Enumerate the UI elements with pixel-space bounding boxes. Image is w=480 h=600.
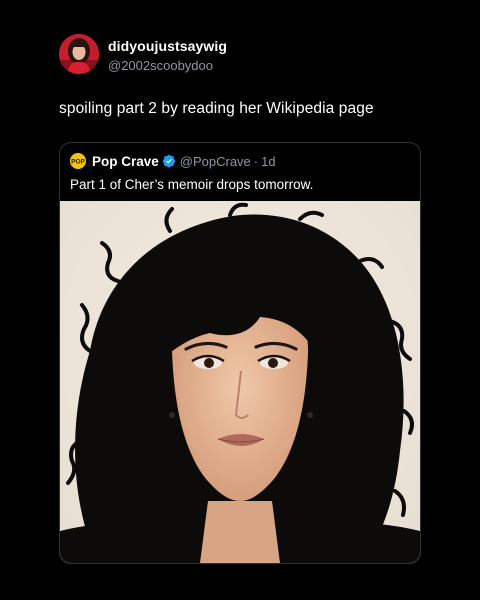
quoted-post-card[interactable]: POP Pop Crave @PopCrave · 1d Part 1 of C… (59, 142, 421, 564)
popcrave-logo-icon: POP (70, 153, 86, 169)
quoted-post-text: Part 1 of Cher’s memoir drops tomorrow. (70, 177, 314, 192)
quoted-post-header: POP Pop Crave @PopCrave · 1d (70, 152, 276, 170)
quoted-author-display-name[interactable]: Pop Crave (92, 154, 159, 169)
avatar-image (59, 34, 99, 74)
post-text: spoiling part 2 by reading her Wikipedia… (59, 100, 374, 117)
author-display-name[interactable]: didyoujustsaywig (108, 38, 227, 54)
post: didyoujustsaywig @2002scoobydoo spoiling… (0, 0, 480, 600)
popcrave-avatar[interactable]: POP (70, 153, 86, 169)
meta-separator: · (253, 153, 259, 169)
quoted-post-timestamp[interactable]: 1d (261, 154, 275, 169)
author-avatar[interactable] (59, 34, 99, 74)
popcrave-logo-text: POP (71, 159, 85, 166)
quoted-post-photo[interactable] (60, 201, 420, 563)
author-handle[interactable]: @2002scoobydoo (108, 58, 213, 73)
quoted-author-handle[interactable]: @PopCrave (180, 154, 251, 169)
verified-badge-icon (162, 154, 175, 168)
